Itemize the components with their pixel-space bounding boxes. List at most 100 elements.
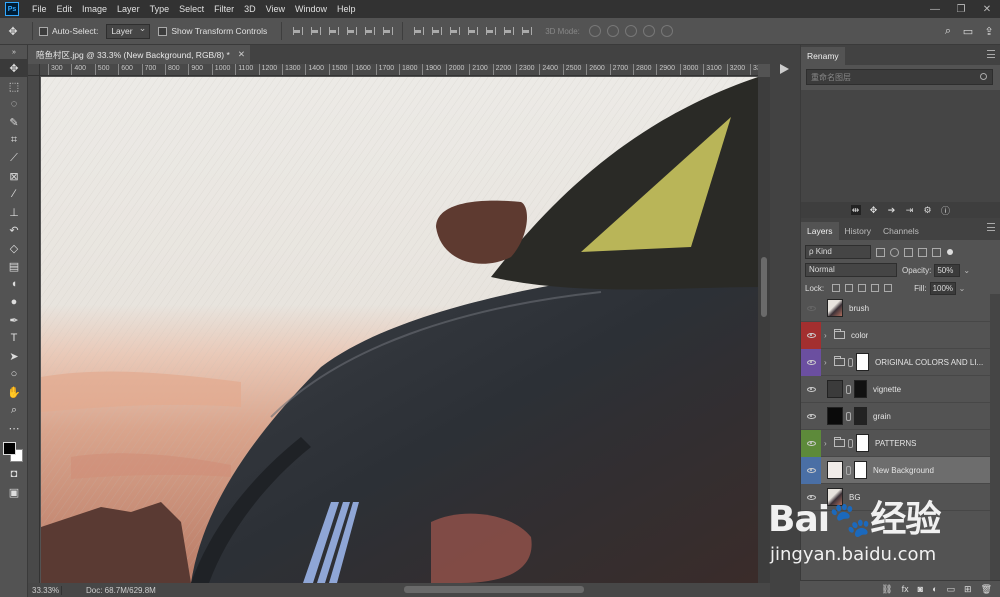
layer-mask-thumbnail[interactable] — [856, 353, 869, 371]
renamy-search-input[interactable]: 重命名图层 — [806, 69, 993, 85]
3d-slide-icon[interactable] — [642, 25, 655, 37]
arrange-icon[interactable]: ✥ — [869, 205, 879, 215]
fill-field[interactable]: 100% — [929, 281, 956, 295]
menu-image[interactable]: Image — [77, 0, 112, 18]
frame-tool-icon[interactable]: ⊠ — [0, 167, 28, 185]
next-icon[interactable]: ➔ — [887, 205, 897, 215]
gear-icon[interactable]: ⚙ — [923, 205, 933, 215]
distribute-bottom-icon[interactable] — [448, 25, 461, 37]
vertical-ruler[interactable] — [28, 76, 40, 583]
menu-select[interactable]: Select — [174, 0, 209, 18]
vertical-scroll-thumb[interactable] — [761, 257, 767, 317]
brush-tool-icon[interactable]: ∕ — [0, 185, 28, 203]
menu-help[interactable]: Help — [332, 0, 361, 18]
3d-orbit-icon[interactable] — [588, 25, 601, 37]
lock-position-icon[interactable] — [858, 284, 867, 292]
layer-row[interactable]: brush — [801, 295, 991, 322]
menu-file[interactable]: File — [27, 0, 52, 18]
close-button[interactable]: ✕ — [974, 0, 1000, 18]
filter-pixel-icon[interactable] — [876, 247, 885, 257]
info-icon[interactable]: ⓘ — [941, 205, 951, 216]
workspace-icon[interactable]: ▭ — [958, 22, 978, 40]
fx-icon[interactable]: fx — [902, 584, 909, 594]
layer-row[interactable]: grain — [801, 403, 991, 430]
visibility-toggle[interactable] — [801, 429, 821, 457]
search-icon[interactable]: ⌕ — [938, 22, 958, 40]
document-tab[interactable]: 陪鱼村区.jpg @ 33.3% (New Background, RGB/8)… — [28, 45, 250, 64]
tab-history[interactable]: History — [839, 222, 877, 240]
chevron-down-icon[interactable]: ⌄ — [963, 266, 970, 275]
visibility-toggle[interactable] — [801, 321, 821, 349]
blend-mode-dropdown[interactable]: Normal — [805, 263, 897, 277]
filter-smart-object-icon[interactable] — [932, 247, 941, 257]
chevron-down-icon[interactable]: ⌄ — [959, 284, 966, 293]
lasso-tool-icon[interactable]: ◌ — [0, 95, 28, 113]
filter-type-icon[interactable] — [904, 247, 913, 257]
layer-row[interactable]: New Background — [801, 456, 991, 484]
auto-select-dropdown[interactable]: Layer — [106, 23, 151, 39]
pen-tool-icon[interactable]: ✒ — [0, 311, 28, 329]
layer-thumbnail[interactable] — [827, 380, 843, 398]
ruler-origin[interactable] — [28, 64, 40, 76]
screen-mode-icon[interactable]: ▣ — [0, 483, 28, 501]
foreground-color-swatch[interactable] — [3, 442, 16, 455]
visibility-toggle[interactable] — [801, 348, 821, 376]
link-icon[interactable] — [848, 438, 853, 448]
3d-pan-icon[interactable] — [624, 25, 637, 37]
link-icon[interactable] — [846, 465, 851, 475]
layer-row[interactable]: › ORIGINAL COLORS AND LI... — [801, 348, 991, 376]
lock-image-icon[interactable] — [845, 284, 854, 292]
3d-roll-icon[interactable] — [606, 25, 619, 37]
minimize-button[interactable]: — — [922, 0, 948, 18]
align-top-icon[interactable] — [291, 25, 304, 37]
layer-mask-thumbnail[interactable] — [856, 434, 869, 452]
move-tool-icon[interactable]: ✥ — [0, 59, 28, 77]
distribute-hcenter-icon[interactable] — [484, 25, 497, 37]
chevron-right-icon[interactable]: › — [824, 358, 830, 367]
layer-mask-thumbnail[interactable] — [854, 380, 867, 398]
hand-tool-icon[interactable]: ✋ — [0, 383, 28, 401]
toolbar-collapse-icon[interactable]: » — [0, 45, 28, 59]
visibility-toggle[interactable] — [801, 376, 821, 403]
layer-row[interactable]: › PATTERNS — [801, 429, 991, 457]
link-icon[interactable] — [846, 411, 851, 421]
new-layer-icon[interactable]: ⊞ — [964, 584, 972, 595]
restore-button[interactable]: ❐ — [948, 0, 974, 18]
distribute-left-icon[interactable] — [466, 25, 479, 37]
auto-align-icon[interactable] — [520, 25, 533, 37]
marquee-tool-icon[interactable]: ⬚ — [0, 77, 28, 95]
distribute-top-icon[interactable] — [412, 25, 425, 37]
align-bottom-icon[interactable] — [327, 25, 340, 37]
3d-scale-icon[interactable] — [660, 25, 673, 37]
layer-thumbnail[interactable] — [827, 299, 843, 317]
history-brush-tool-icon[interactable]: ↶ — [0, 221, 28, 239]
tab-channels[interactable]: Channels — [877, 222, 925, 240]
link-icon[interactable] — [848, 357, 853, 367]
dodge-tool-icon[interactable]: ● — [0, 293, 28, 311]
quick-mask-icon[interactable]: ◘ — [0, 465, 28, 483]
horizontal-scroll-thumb[interactable] — [404, 586, 584, 593]
layer-thumbnail[interactable] — [827, 461, 843, 479]
layers-panel-icon[interactable]: ⇹ — [850, 205, 861, 215]
menu-layer[interactable]: Layer — [112, 0, 145, 18]
filter-adjustment-icon[interactable] — [890, 247, 899, 257]
align-left-icon[interactable] — [345, 25, 358, 37]
gradient-tool-icon[interactable]: ▤ — [0, 257, 28, 275]
zoom-level[interactable]: 33.33% — [28, 585, 62, 595]
visibility-toggle[interactable] — [801, 403, 821, 430]
export-icon[interactable]: ⇥ — [905, 205, 915, 215]
layer-mask-thumbnail[interactable] — [854, 407, 867, 425]
eyedropper-tool-icon[interactable]: ⟋ — [0, 149, 28, 167]
panel-menu-icon[interactable] — [987, 50, 995, 58]
trash-icon[interactable]: 🗑 — [981, 584, 992, 595]
layer-kind-filter[interactable]: ρ Kind — [805, 245, 871, 259]
quick-select-tool-icon[interactable]: ✎ — [0, 113, 28, 131]
distribute-vcenter-icon[interactable] — [430, 25, 443, 37]
menu-type[interactable]: Type — [145, 0, 175, 18]
chevron-right-icon[interactable]: › — [824, 331, 830, 340]
lock-transparent-icon[interactable] — [832, 284, 841, 292]
align-vcenter-icon[interactable] — [309, 25, 322, 37]
document-size[interactable]: Doc: 68.7M/629.8M — [62, 586, 156, 595]
menu-filter[interactable]: Filter — [209, 0, 239, 18]
layer-mask-thumbnail[interactable] — [854, 461, 867, 479]
